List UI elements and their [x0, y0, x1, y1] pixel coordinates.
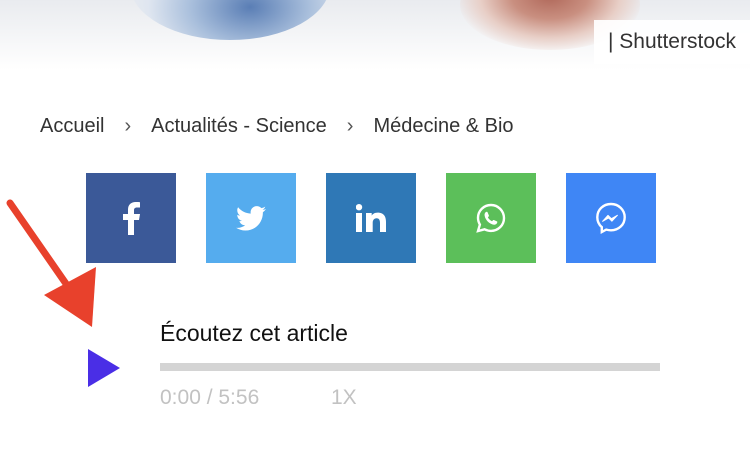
whatsapp-icon — [476, 203, 506, 233]
audio-time: 0:00 / 5:56 — [160, 386, 260, 409]
breadcrumb-item-science-news[interactable]: Actualités - Science — [151, 115, 327, 138]
facebook-icon — [123, 202, 140, 235]
audio-player-title: Écoutez cet article — [160, 320, 348, 346]
share-whatsapp-button[interactable] — [446, 173, 536, 263]
share-messenger-button[interactable] — [566, 173, 656, 263]
twitter-icon — [236, 205, 266, 230]
breadcrumb-item-home[interactable]: Accueil — [40, 115, 104, 138]
audio-progress-bar[interactable] — [160, 363, 660, 371]
hero-image-left-shape — [130, 0, 330, 40]
play-icon[interactable] — [88, 349, 120, 387]
breadcrumb-separator: › — [346, 114, 354, 137]
arrow-icon — [6, 199, 96, 327]
share-linkedin-button[interactable] — [326, 173, 416, 263]
breadcrumb: Accueil › Actualités - Science › Médecin… — [40, 112, 514, 140]
linkedin-icon — [356, 204, 386, 232]
messenger-icon — [596, 202, 626, 234]
share-buttons — [86, 173, 656, 263]
image-credit: | Shutterstock — [593, 20, 750, 64]
breadcrumb-item-medicine-bio[interactable]: Médecine & Bio — [373, 115, 513, 138]
playback-speed-button[interactable]: 1X — [331, 386, 357, 410]
breadcrumb-separator: › — [124, 114, 132, 137]
share-twitter-button[interactable] — [206, 173, 296, 263]
